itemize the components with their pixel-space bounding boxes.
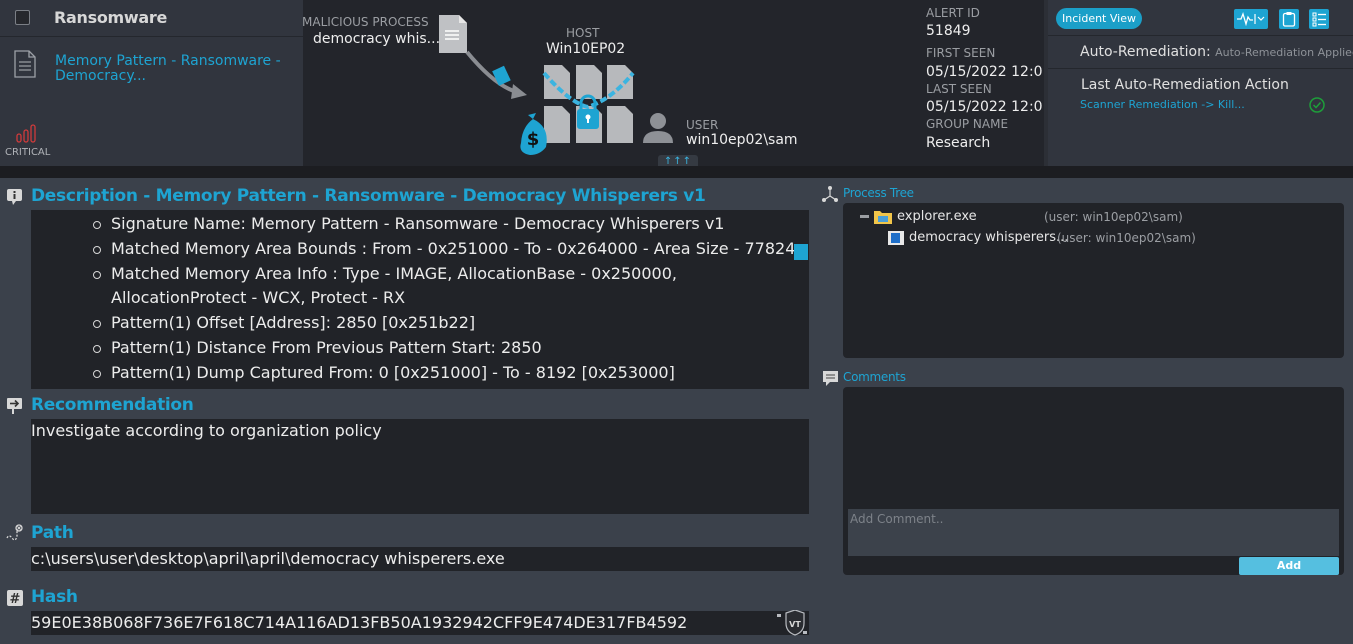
first-seen-value: 05/15/2022 12:01: [926, 64, 1052, 80]
user-value[interactable]: win10ep02\sam: [686, 132, 798, 148]
user-avatar-icon: [643, 113, 673, 143]
auto-remediation: Auto-Remediation: Auto-Remediation Appli…: [1080, 44, 1353, 60]
severity-bars-icon: [16, 124, 36, 143]
description-item: Signature Name: Memory Pattern - Ransomw…: [93, 212, 809, 237]
alert-header: Ransomware Memory Pattern - Ransomware -…: [0, 0, 1353, 169]
alert-id-value: 51849: [926, 23, 971, 39]
alert-summary-card[interactable]: Ransomware Memory Pattern - Ransomware -…: [0, 0, 303, 166]
last-action-label: Last Auto-Remediation Action: [1081, 77, 1289, 93]
separator-band: [0, 166, 1353, 178]
description-item: Pattern(1) Dump Captured From: 0 [0x2510…: [93, 361, 809, 386]
actions-toolbar: Incident View: [1048, 0, 1353, 36]
description-scrollbar[interactable]: [794, 244, 808, 260]
last-seen-value: 05/15/2022 12:01: [926, 99, 1052, 115]
group-name-label: GROUP NAME: [926, 117, 1009, 131]
description-title: Description - Memory Pattern - Ransomwar…: [31, 186, 706, 206]
last-action-link[interactable]: Scanner Remediation -> Kill...: [1080, 98, 1245, 111]
folder-icon: [874, 211, 892, 224]
add-comment-button[interactable]: Add: [1239, 557, 1339, 575]
process-node[interactable]: explorer.exe: [860, 209, 977, 224]
group-name-value: Research: [926, 135, 991, 151]
description-item: Pattern(1) Offset [Address]: 2850 [0x251…: [93, 311, 809, 336]
vt-label: VT: [789, 620, 801, 629]
encrypted-files-icon: $: [520, 65, 635, 155]
checklist-icon: [1312, 12, 1326, 26]
process-tree-icon: [822, 186, 838, 202]
incident-view-button[interactable]: Incident View: [1056, 8, 1142, 29]
comments-title: Comments: [843, 370, 906, 384]
host-value[interactable]: Win10EP02: [546, 41, 625, 57]
process-user: (user: win10ep02\sam): [1044, 210, 1183, 224]
select-alert-checkbox[interactable]: [15, 10, 30, 25]
last-seen-label: LAST SEEN: [926, 82, 992, 96]
document-icon: [14, 50, 36, 78]
host-label: HOST: [566, 26, 600, 40]
checklist-button[interactable]: [1309, 9, 1329, 29]
description-box: Signature Name: Memory Pattern - Ransomw…: [31, 210, 809, 389]
process-name: democracy whisperers...: [909, 230, 1069, 245]
process-tree-panel: [843, 203, 1344, 358]
hash-value[interactable]: 59E0E38B068F736E7F618C714A116AD13FB50A19…: [31, 611, 809, 635]
alert-name-link[interactable]: Memory Pattern - Ransomware - Democracy.…: [55, 54, 295, 84]
auto-remediation-label: Auto-Remediation:: [1080, 44, 1211, 60]
activity-dropdown-icon: [1237, 12, 1265, 26]
first-seen-label: FIRST SEEN: [926, 46, 996, 60]
path-icon: [6, 524, 23, 541]
malicious-process-value[interactable]: democracy whis...: [313, 31, 440, 47]
description-item: Matched Memory Area Info : Type - IMAGE,…: [93, 262, 731, 312]
alert-id-label: ALERT ID: [926, 6, 980, 20]
activity-dropdown-button[interactable]: [1234, 9, 1268, 29]
recommendation-icon: [7, 398, 22, 414]
process-user: (user: win10ep02\sam): [1057, 231, 1196, 245]
clipboard-icon: [1282, 12, 1296, 27]
hash-icon: #: [7, 590, 23, 606]
clipboard-button[interactable]: [1279, 9, 1299, 29]
auto-remediation-value: Auto-Remediation Applied: [1215, 46, 1353, 59]
recommendation-text: Investigate according to organization po…: [31, 419, 809, 514]
description-item: Pattern(1) Distance From Previous Patter…: [93, 336, 809, 361]
alert-category: Ransomware: [54, 8, 168, 27]
description-item: Matched Memory Area Bounds : From - 0x25…: [93, 237, 809, 262]
actions-card: Incident View Auto-Remediation: Auto-Rem…: [1048, 0, 1353, 166]
recommendation-title: Recommendation: [31, 395, 194, 415]
success-check-icon: [1309, 97, 1325, 113]
user-label: USER: [686, 118, 719, 132]
process-node[interactable]: democracy whisperers...: [888, 230, 1068, 245]
collapse-icon[interactable]: [860, 215, 869, 218]
svg-text:$: $: [527, 129, 540, 150]
comments-icon: [823, 371, 838, 386]
malicious-file-icon: [439, 15, 467, 53]
description-list: Signature Name: Memory Pattern - Ransomw…: [31, 210, 809, 386]
malicious-process-label: MALICIOUS PROCESS: [302, 15, 429, 29]
path-value[interactable]: c:\users\user\desktop\april\april\democr…: [31, 547, 809, 571]
svg-text:#: #: [10, 592, 21, 606]
hash-title: Hash: [31, 587, 78, 607]
add-comment-input[interactable]: [848, 509, 1339, 556]
process-name: explorer.exe: [897, 209, 977, 224]
severity-label: CRITICAL: [5, 147, 51, 158]
path-title: Path: [31, 523, 74, 543]
info-icon: [7, 189, 22, 205]
process-tree-title: Process Tree: [843, 186, 914, 200]
executable-icon: [888, 230, 904, 245]
virustotal-icon[interactable]: VT: [776, 610, 808, 636]
alert-title-row: Ransomware: [0, 0, 303, 37]
